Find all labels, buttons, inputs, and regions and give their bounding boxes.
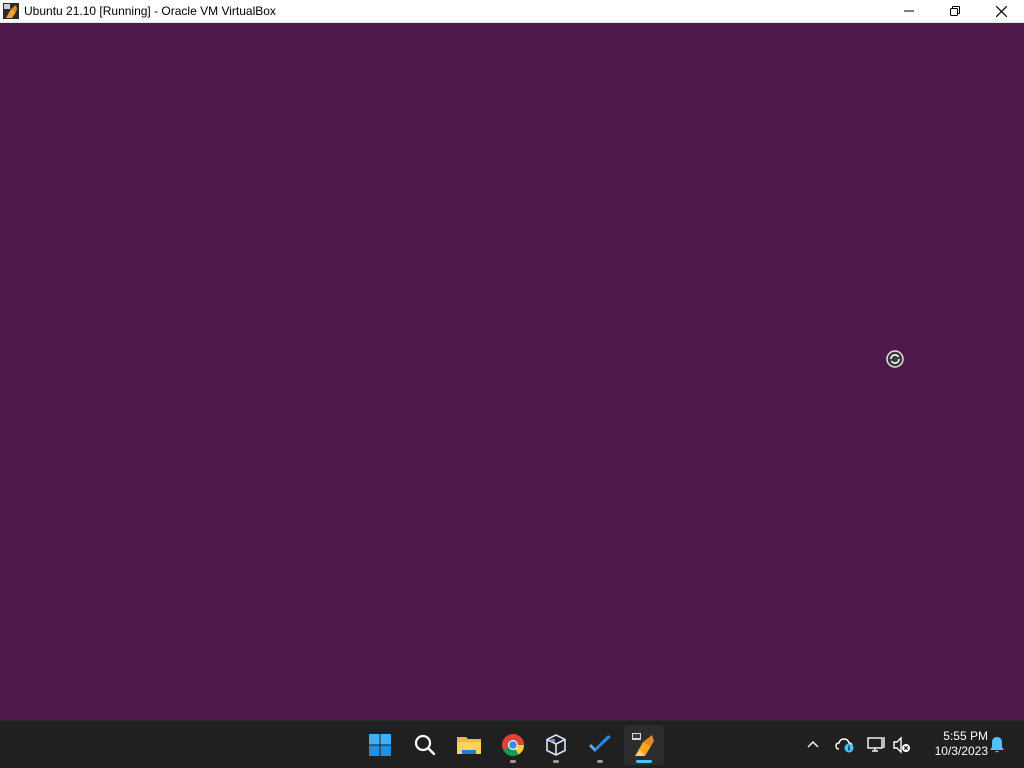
search-icon bbox=[414, 734, 436, 756]
folder-icon bbox=[457, 737, 481, 754]
clock-time: 5:55 PM bbox=[943, 729, 988, 743]
running-indicator bbox=[510, 760, 516, 763]
running-indicator bbox=[553, 760, 559, 763]
virtualbox-vm-button[interactable] bbox=[624, 725, 664, 765]
clock-date: 10/3/2023 bbox=[934, 744, 988, 758]
loading-spinner-icon bbox=[886, 350, 904, 368]
close-button[interactable] bbox=[978, 0, 1024, 23]
windows-logo-icon bbox=[369, 734, 391, 756]
show-hidden-icons-button[interactable] bbox=[801, 733, 825, 757]
virtualbox-app-icon bbox=[3, 3, 19, 19]
file-explorer-button[interactable] bbox=[449, 725, 489, 765]
chrome-icon bbox=[502, 734, 524, 756]
minimize-button[interactable] bbox=[886, 0, 932, 23]
onedrive-tray-button[interactable] bbox=[833, 733, 857, 757]
todo-button[interactable] bbox=[580, 725, 620, 765]
taskbar: 5:55 PM 10/3/2023 bbox=[0, 720, 1024, 768]
network-tray-button[interactable] bbox=[865, 733, 889, 757]
chevron-up-icon bbox=[807, 741, 819, 748]
vm-display[interactable] bbox=[0, 23, 1024, 720]
window-titlebar[interactable]: Ubuntu 21.10 [Running] - Oracle VM Virtu… bbox=[0, 0, 1024, 23]
cloud-info-icon bbox=[835, 738, 854, 753]
chrome-button[interactable] bbox=[493, 725, 533, 765]
network-icon bbox=[867, 737, 885, 752]
start-button[interactable] bbox=[360, 725, 400, 765]
volume-muted-icon bbox=[893, 736, 910, 754]
virtualbox-vm-icon bbox=[632, 733, 654, 756]
bell-icon bbox=[990, 737, 1004, 753]
virtualbox-manager-button[interactable] bbox=[536, 725, 576, 765]
active-indicator bbox=[636, 760, 652, 763]
notifications-button[interactable] bbox=[985, 733, 1009, 757]
close-icon bbox=[995, 5, 1007, 17]
running-indicator bbox=[597, 760, 603, 763]
virtualbox-cube-icon bbox=[546, 734, 566, 756]
search-button[interactable] bbox=[405, 725, 445, 765]
checkmark-icon bbox=[589, 735, 611, 752]
restore-icon bbox=[950, 6, 960, 16]
restore-button[interactable] bbox=[932, 0, 978, 23]
system-clock[interactable]: 5:55 PM 10/3/2023 bbox=[918, 729, 988, 759]
volume-tray-button[interactable] bbox=[890, 733, 914, 757]
minimize-icon bbox=[904, 10, 914, 12]
window-title: Ubuntu 21.10 [Running] - Oracle VM Virtu… bbox=[24, 4, 276, 18]
